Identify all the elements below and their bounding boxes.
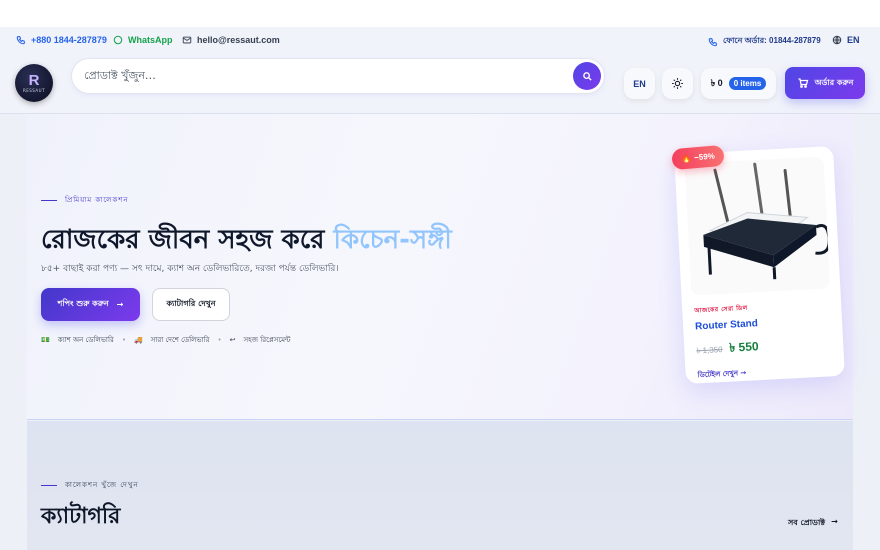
truck-icon: 🚚 <box>133 336 143 344</box>
arrow-right-icon: → <box>831 517 838 526</box>
hero-title-main: রোজকের জীবন সহজ করে <box>41 225 334 255</box>
categories-eyebrow-text: কালেকশন খুঁজে দেখুন <box>65 481 139 489</box>
view-categories-button[interactable]: ক্যাটাগরি দেখুন <box>152 288 230 321</box>
main-header: R RESSAUT EN ৳ 0 0 items অর্ডার করুন <box>0 54 880 114</box>
eyebrow-line <box>41 484 57 486</box>
return-icon: ↩ <box>229 336 236 344</box>
phone-icon <box>16 36 25 45</box>
hero-section: প্রিমিয়াম কালেকশন রোজকের জীবন সহজ করে ক… <box>27 114 853 420</box>
logo-text: RESSAUT <box>22 88 46 93</box>
top-contact-bar: +880 1844-287879 WhatsApp hello@ressaut.… <box>0 27 880 54</box>
logo-letter: R <box>28 72 40 89</box>
email-address: hello@ressaut.com <box>197 35 280 45</box>
order-phone: ফোনে অর্ডার: 01844-287879 <box>723 36 821 45</box>
lang-button[interactable]: EN <box>624 68 655 99</box>
email-link[interactable]: hello@ressaut.com <box>182 35 280 45</box>
order-button[interactable]: অর্ডার করুন <box>785 67 865 99</box>
hero-eyebrow: প্রিমিয়াম কালেকশন <box>41 194 129 206</box>
separator-dot: • <box>121 336 126 344</box>
hero-eyebrow-text: প্রিমিয়াম কালেকশন <box>65 196 129 204</box>
search-bar <box>71 58 605 94</box>
eyebrow-line <box>41 199 57 201</box>
sun-icon <box>672 78 683 89</box>
featured-product-card[interactable]: আজকের সেরা ডিল Router Stand ৳ 1,350 ৳ 55… <box>674 145 845 385</box>
product-name[interactable]: Router Stand <box>695 318 758 332</box>
language-label: EN <box>847 35 860 45</box>
categories-title: ক্যাটাগরি <box>41 504 121 529</box>
theme-toggle[interactable] <box>662 68 693 99</box>
globe-icon <box>832 35 842 45</box>
phone-number: +880 1844-287879 <box>31 35 107 45</box>
categories-eyebrow: কালেকশন খুঁজে দেখুন <box>41 479 139 491</box>
arrow-right-icon: → <box>740 368 747 378</box>
top-blank-strip <box>0 0 880 27</box>
sale-price: ৳ 550 <box>728 339 759 355</box>
start-shopping-label: শপিং শুরু করুন <box>57 299 109 308</box>
arrow-right-icon: → <box>116 300 124 309</box>
ressaut-logo[interactable]: R RESSAUT <box>15 64 53 102</box>
order-phone-link[interactable]: ফোনে অর্ডার: 01844-287879 <box>708 35 821 48</box>
view-details-link[interactable]: ডিটেইল দেখুন → <box>697 367 746 382</box>
phone-link[interactable]: +880 1844-287879 <box>16 35 107 45</box>
deal-label: আজকের সেরা ডিল <box>694 304 748 315</box>
order-button-label: অর্ডার করুন <box>814 77 854 87</box>
cart-count-badge: 0 items <box>728 77 767 90</box>
fire-icon: 🔥 <box>680 153 692 164</box>
cart-icon <box>798 78 808 88</box>
cart-total: ৳ 0 <box>710 78 723 88</box>
categories-section: কালেকশন খুঁজে দেখুন ক্যাটাগরি সব প্রোডাক… <box>27 421 853 550</box>
separator-dot: • <box>217 336 222 344</box>
whatsapp-icon <box>113 35 123 45</box>
search-icon <box>582 71 592 81</box>
mail-icon <box>182 36 192 44</box>
feature-replacement: সহজ রিপ্লেসমেন্ট <box>243 336 291 344</box>
cash-icon: 💵 <box>41 336 50 344</box>
hero-features: 💵 ক্যাশ অন ডেলিভারি • 🚚 সারা দেশে ডেলিভা… <box>41 334 291 346</box>
hero-title: রোজকের জীবন সহজ করে কিচেন-সঙ্গী <box>41 219 452 263</box>
cart-summary[interactable]: ৳ 0 0 items <box>701 68 776 99</box>
phone-icon <box>708 37 717 46</box>
search-input[interactable] <box>84 69 564 82</box>
feature-cod: ক্যাশ অন ডেলিভারি <box>57 336 114 344</box>
start-shopping-button[interactable]: শপিং শুরু করুন → <box>41 288 140 321</box>
whatsapp-link[interactable]: WhatsApp <box>113 35 173 45</box>
view-details-label: ডিটেইল দেখুন <box>697 369 739 380</box>
whatsapp-label: WhatsApp <box>128 35 173 45</box>
view-all-products-link[interactable]: সব প্রোডাক্ট → <box>788 517 838 530</box>
router-stand-illustration <box>703 162 831 280</box>
search-button[interactable] <box>573 62 601 90</box>
feature-delivery: সারা দেশে ডেলিভারি <box>150 336 210 344</box>
discount-value: −59% <box>693 151 716 163</box>
view-all-label: সব প্রোডাক্ট <box>788 518 826 527</box>
old-price: ৳ 1,350 <box>696 345 723 356</box>
hero-subtitle: ৮৫+ বাছাই করা পণ্য — সৎ দামে, ক্যাশ অন ড… <box>41 264 339 274</box>
hero-title-accent: কিচেন-সঙ্গী <box>333 225 452 255</box>
language-switch[interactable]: EN <box>832 35 860 45</box>
product-image <box>684 156 831 296</box>
